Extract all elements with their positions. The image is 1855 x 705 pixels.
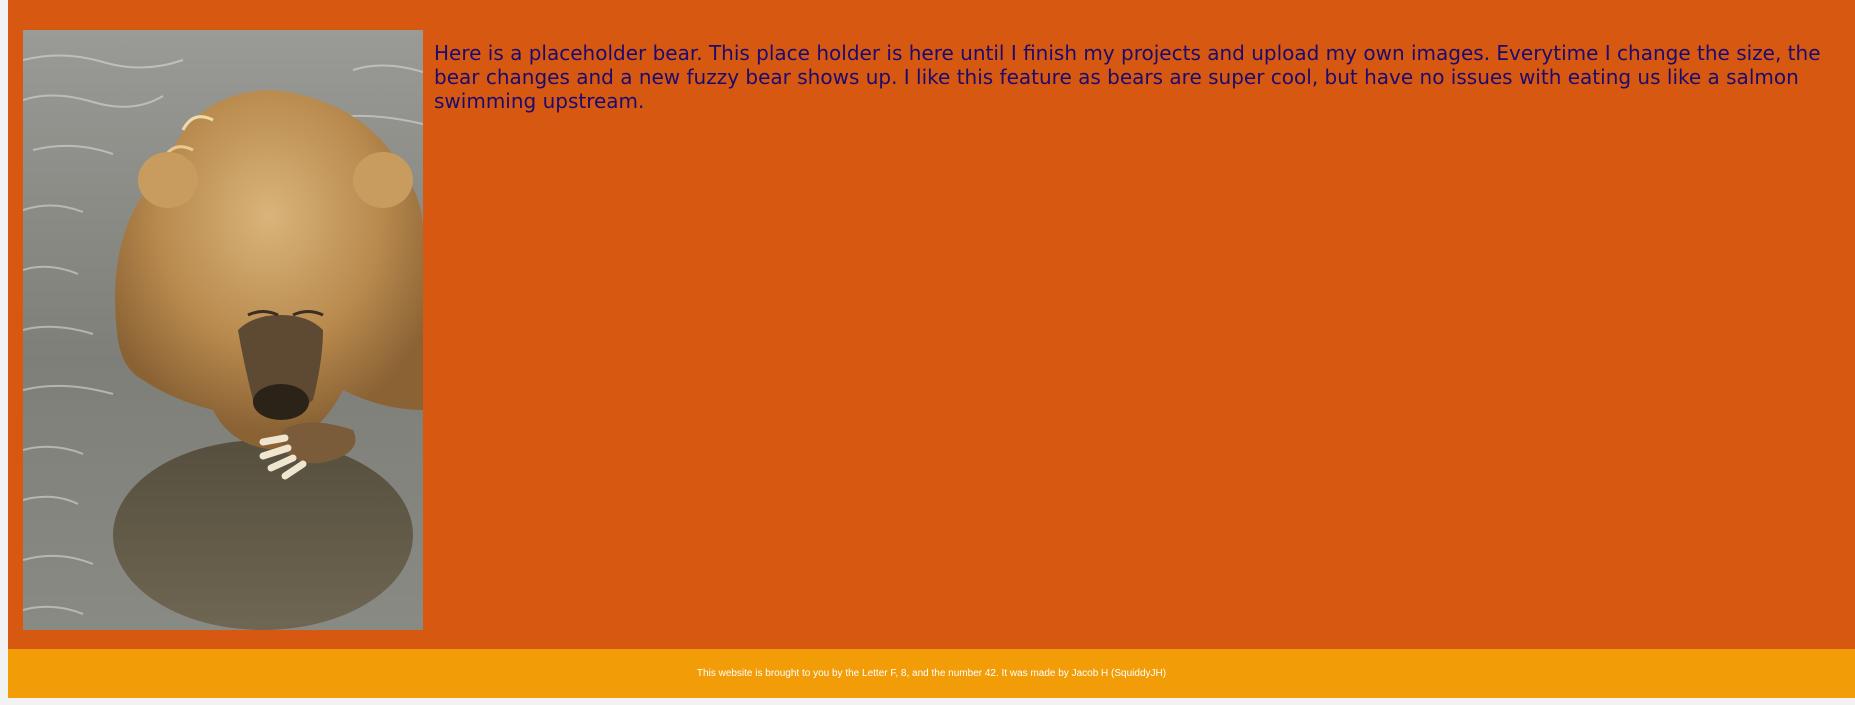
intro-paragraph: Here is a placeholder bear. This place h… bbox=[434, 41, 1821, 113]
bear-photo bbox=[23, 30, 423, 630]
main-content: Here is a placeholder bear. This place h… bbox=[8, 0, 1855, 649]
footer-credit-text: This website is brought to you by the Le… bbox=[696, 668, 1167, 679]
footer: This website is brought to you by the Le… bbox=[8, 649, 1855, 698]
page: Here is a placeholder bear. This place h… bbox=[8, 0, 1855, 698]
